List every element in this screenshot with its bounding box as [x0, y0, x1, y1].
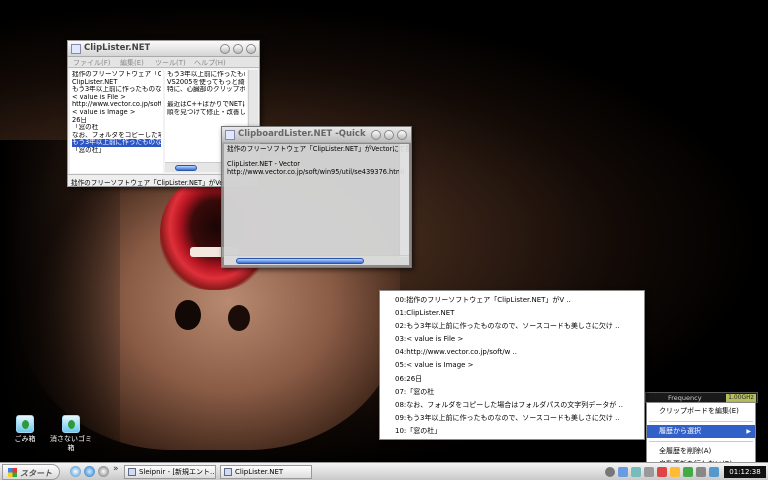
taskbar-button-sleipnir[interactable]: Sleipnir - [新規エント...	[124, 465, 216, 479]
window-title: ClipboardLister.NET -QuickVi...	[238, 129, 366, 139]
history-entry[interactable]: 26日	[72, 117, 161, 125]
history-menu-item[interactable]: 04:http://www.vector.co.jp/soft/w ..	[380, 346, 644, 359]
recycle-bin-icon	[16, 415, 34, 433]
minimize-button[interactable]	[371, 130, 381, 140]
quick-viewer-vertical-scrollbar[interactable]	[399, 144, 409, 257]
update-tray-icon[interactable]	[670, 467, 680, 477]
history-menu-item[interactable]: 00:拙作のフリーソフトウェア「ClipLister.NET」がV ..	[380, 294, 644, 307]
history-entry[interactable]: なお、フォルダをコピーした場合は	[72, 132, 161, 140]
taskbar: スタート » Sleipnir - [新規エント... ClipLister.N…	[0, 462, 768, 480]
quick-viewer-line[interactable]: http://www.vector.co.jp/soft/win95/util/…	[227, 168, 406, 177]
task-label: ClipLister.NET	[235, 468, 284, 476]
sleipnir-icon	[128, 468, 136, 476]
app-tray-icon[interactable]	[696, 467, 706, 477]
history-entry[interactable]: もう3年以上前に作ったものなので	[72, 139, 161, 147]
history-menu-item[interactable]: 10:「窓の杜」	[380, 425, 644, 438]
history-menu-item[interactable]: 06:26日	[380, 373, 644, 386]
app-icon	[71, 44, 81, 54]
scroll-thumb[interactable]	[236, 258, 364, 264]
preview-line[interactable]	[167, 94, 245, 102]
clock: 01:12:38	[724, 466, 766, 478]
menu-separator	[649, 441, 753, 442]
desktop-icon-label: 消さないゴミ箱	[50, 435, 92, 452]
task-label: Sleipnir - [新規エント...	[139, 468, 216, 476]
app-icon	[224, 468, 232, 476]
menu-item-clear-history[interactable]: 全履歴を削除(A)	[647, 445, 755, 458]
start-label: スタート	[20, 469, 52, 478]
desktop-icon-keep-bin[interactable]: 消さないゴミ箱	[48, 415, 94, 453]
close-button[interactable]	[397, 130, 407, 140]
history-menu-item[interactable]: 07:「窓の杜	[380, 386, 644, 399]
maximize-button[interactable]	[384, 130, 394, 140]
desktop-icon-label: ごみ箱	[14, 435, 36, 443]
wallpaper-hair	[0, 140, 120, 460]
wallpaper-nostril-left	[175, 300, 201, 330]
app-icon	[225, 130, 235, 140]
taskbar-button-cliplister[interactable]: ClipLister.NET	[220, 465, 312, 479]
history-entry[interactable]: < value is Image >	[72, 109, 161, 117]
browser-quicklaunch-icon[interactable]	[70, 466, 81, 477]
desktop-icon-recycle-bin[interactable]: ごみ箱	[2, 415, 48, 444]
menu-bar: ファイル(F) 編集(E) ツール(T) ヘルプ(H)	[68, 57, 259, 68]
history-entry[interactable]: 「窓の杜	[72, 124, 161, 132]
start-button[interactable]: スタート	[2, 464, 60, 480]
menu-tools[interactable]: ツール(T)	[155, 58, 186, 68]
window-title: ClipLister.NET	[84, 43, 151, 53]
menu-edit[interactable]: 編集(E)	[120, 58, 144, 68]
preview-line[interactable]: 順を見つけて修正・改善して	[167, 109, 245, 117]
cliplister-titlebar[interactable]: ClipLister.NET	[68, 41, 259, 57]
history-list-pane[interactable]: 拙作のフリーソフトウェア「ClipLisClipLister.NETもう3年以上…	[70, 70, 163, 173]
volume-tray-icon[interactable]	[644, 467, 654, 477]
maximize-button[interactable]	[233, 44, 243, 54]
history-entry[interactable]: < value is File >	[72, 94, 161, 102]
frequency-label: Frequency	[668, 394, 702, 402]
quick-viewer-line[interactable]: 拙作のフリーソフトウェア「ClipLister.NET」がVectorにて配布さ	[227, 145, 409, 154]
history-submenu: 00:拙作のフリーソフトウェア「ClipLister.NET」がV .. 01:C…	[379, 290, 645, 440]
history-menu-item[interactable]: 08:なお、フォルダをコピーした場合はフォルダパスの文字列データが ..	[380, 399, 644, 412]
menu-separator	[649, 421, 753, 422]
security-tray-icon[interactable]	[657, 467, 667, 477]
quick-viewer-horizontal-scrollbar[interactable]	[224, 255, 409, 265]
menu-file[interactable]: ファイル(F)	[73, 58, 111, 68]
quick-viewer-window: ClipboardLister.NET -QuickVi... 拙作のフリーソフ…	[221, 126, 412, 268]
history-entry[interactable]: ClipLister.NET	[72, 79, 161, 87]
recycle-bin-icon	[62, 415, 80, 433]
preview-line[interactable]: VS2005を使ってもっと綺麗に	[167, 79, 245, 87]
history-entry[interactable]: もう3年以上前に作ったものなので	[72, 86, 161, 94]
cliplister-tray-icon[interactable]	[618, 467, 628, 477]
history-entry[interactable]: 「窓の杜」	[72, 147, 161, 155]
close-button[interactable]	[246, 44, 256, 54]
submenu-arrow-icon: ▶	[746, 428, 751, 435]
windows-logo-icon	[8, 468, 17, 477]
network-tray-icon[interactable]	[631, 467, 641, 477]
display-tray-icon[interactable]	[683, 467, 693, 477]
preview-line[interactable]: 最近はC++ばかりでNETに触	[167, 101, 245, 109]
quicklaunch-chevron-icon[interactable]: »	[113, 464, 119, 474]
menu-item-select-from-history[interactable]: 履歴から選択 ▶	[647, 425, 755, 438]
ie-quicklaunch-icon[interactable]	[84, 466, 95, 477]
preview-line[interactable]: もう3年以上前に作ったものなの	[167, 71, 245, 79]
history-entry[interactable]: 拙作のフリーソフトウェア「ClipLis	[72, 71, 161, 79]
history-menu-item[interactable]: 09:もう3年以上前に作ったものなので、ソースコードも美しさに欠け ..	[380, 412, 644, 425]
history-entry[interactable]: http://www.vector.co.jp/soft/w	[72, 101, 161, 109]
quick-viewer-titlebar[interactable]: ClipboardLister.NET -QuickVi...	[222, 127, 411, 143]
history-menu-item[interactable]: 01:ClipLister.NET	[380, 307, 644, 320]
minimize-button[interactable]	[220, 44, 230, 54]
misc-tray-icon[interactable]	[709, 467, 719, 477]
menu-help[interactable]: ヘルプ(H)	[194, 58, 226, 68]
history-menu-item[interactable]: 03:< value is File >	[380, 333, 644, 346]
frequency-value: 1.00GHz	[726, 394, 756, 402]
scroll-thumb[interactable]	[175, 165, 197, 171]
quick-viewer-content[interactable]: 拙作のフリーソフトウェア「ClipLister.NET」がVectorにて配布さ…	[224, 144, 409, 255]
wallpaper-nostril-right	[228, 305, 250, 331]
media-quicklaunch-icon[interactable]	[98, 466, 109, 477]
preview-line[interactable]: 特に、心臓部のクリップボー	[167, 86, 245, 94]
history-menu-item[interactable]: 02:もう3年以上前に作ったものなので、ソースコードも美しさに欠け ..	[380, 320, 644, 333]
tray-expand-icon[interactable]	[605, 467, 615, 477]
menu-item-edit-clipboard[interactable]: クリップボードを編集(E)	[647, 405, 755, 418]
history-menu-item[interactable]: 05:< value is Image >	[380, 359, 644, 372]
system-tray: 01:12:38	[605, 464, 768, 480]
menu-item-label: 履歴から選択	[659, 427, 701, 435]
